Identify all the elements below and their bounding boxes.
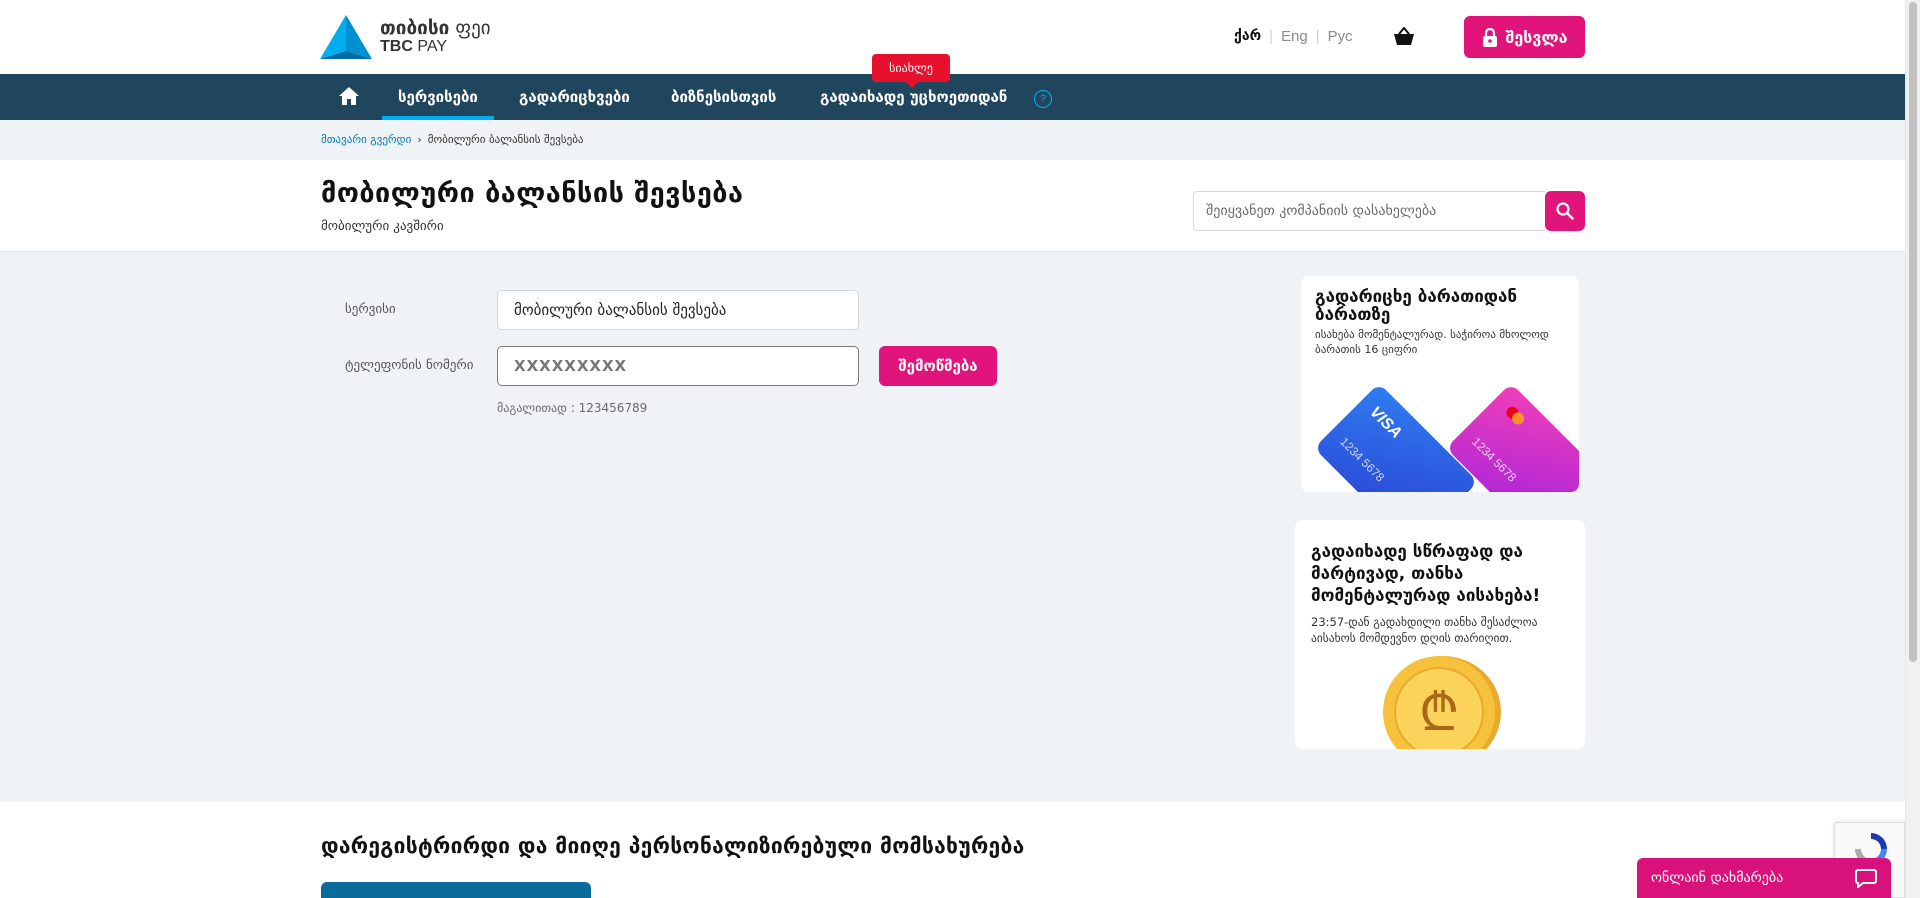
- home-icon[interactable]: [338, 86, 360, 106]
- online-help-button[interactable]: ონლაინ დახმარება: [1637, 858, 1891, 898]
- logo-triangle-icon: [320, 15, 372, 59]
- lock-icon: [1482, 27, 1497, 47]
- lang-ka[interactable]: ქარ: [1234, 28, 1261, 45]
- lang-ru[interactable]: Рус: [1328, 28, 1353, 45]
- logo-ka-bold: თიბისი: [380, 16, 450, 39]
- chat-bubble-icon: [1855, 869, 1877, 888]
- logo-ka-light: ფეი: [455, 16, 491, 39]
- lang-divider: |: [1315, 28, 1320, 45]
- nav-tab-business[interactable]: ბიზნესისთვის: [671, 74, 776, 120]
- promo-fast-payment[interactable]: გადაიხადე სწრაფად და მარტივად, თანხა მომ…: [1295, 520, 1585, 749]
- nav-tab-services[interactable]: სერვისები: [382, 74, 494, 120]
- phone-field[interactable]: [497, 346, 859, 386]
- scrollbar-thumb[interactable]: [1909, 2, 1917, 662]
- register-button[interactable]: [321, 882, 591, 898]
- service-field[interactable]: მობილური ბალანსის შევსება: [497, 290, 859, 330]
- page-title-band: მობილური ბალანსის შევსება მობილური კავში…: [0, 160, 1905, 252]
- promo-title: გადარიცხე ბარათიდან ბარათზე: [1315, 287, 1518, 325]
- lang-divider: |: [1269, 28, 1274, 45]
- check-button[interactable]: შემოწმება: [879, 346, 997, 386]
- language-switcher: ქარ | Eng | Рус: [1234, 28, 1352, 45]
- chevron-right-icon: ›: [417, 133, 422, 146]
- breadcrumb: მთავარი გვერდი › მობილური ბალანსის შევსე…: [321, 133, 584, 146]
- nav-tab-transfers-label: გადარიცხვები: [519, 88, 630, 106]
- new-badge: სიახლე: [872, 54, 950, 88]
- nav-tab-pay-from-abroad-label: გადაიხადე უცხოეთიდან: [820, 88, 1008, 106]
- tbc-pay-logo[interactable]: თიბისი ფეი TBC PAY: [320, 15, 491, 59]
- phone-label: ტელეფონის ნომერი: [345, 358, 474, 373]
- lang-en[interactable]: Eng: [1281, 28, 1308, 45]
- page-title: მობილური ბალანსის შევსება: [321, 178, 744, 209]
- promo-text: ისახება მომენტალურად. საჭიროა მხოლოდ ბარ…: [1315, 328, 1549, 357]
- logo-en-bold: TBC: [380, 37, 413, 55]
- nav-tab-transfers[interactable]: გადარიცხვები: [519, 74, 630, 120]
- login-label: შესვლა: [1505, 27, 1568, 47]
- page-scrollbar[interactable]: [1905, 0, 1920, 898]
- login-button[interactable]: შესვლა: [1464, 16, 1585, 58]
- search-icon: [1556, 202, 1574, 220]
- page-subtitle: მობილური კავშირი: [321, 219, 444, 234]
- basket-icon[interactable]: [1393, 27, 1415, 47]
- main-navigation: სერვისები გადარიცხვები ბიზნესისთვის გადა…: [0, 74, 1905, 120]
- lari-coin-icon: ₾: [1383, 656, 1501, 749]
- company-search-input[interactable]: [1193, 191, 1545, 231]
- promo-title: გადაიხადე სწრაფად და მარტივად, თანხა მომ…: [1311, 542, 1541, 607]
- logo-en-light: PAY: [417, 37, 447, 55]
- help-icon[interactable]: ?: [1034, 90, 1052, 108]
- online-help-label: ონლაინ დახმარება: [1651, 870, 1784, 886]
- service-value: მობილური ბალანსის შევსება: [514, 301, 727, 319]
- register-section: დარეგისტრირდი და მიიღე პერსონალიზირებული…: [0, 802, 1905, 898]
- phone-hint: მაგალითად : 123456789: [497, 401, 648, 415]
- nav-tab-business-label: ბიზნესისთვის: [671, 88, 777, 106]
- service-label: სერვისი: [345, 302, 396, 317]
- phone-input[interactable]: [514, 357, 842, 375]
- breadcrumb-home-link[interactable]: მთავარი გვერდი: [321, 133, 411, 146]
- promo-card-to-card[interactable]: გადარიცხე ბარათიდან ბარათზე ისახება მომე…: [1301, 276, 1579, 492]
- register-title: დარეგისტრირდი და მიიღე პერსონალიზირებული…: [321, 834, 1025, 858]
- cards-illustration: VISA 1234 5678 1234 5678: [1318, 387, 1579, 492]
- breadcrumb-current: მობილური ბალანსის შევსება: [427, 133, 584, 146]
- top-header: თიბისი ფეი TBC PAY ქარ | Eng | Рус შესვლ…: [0, 0, 1905, 74]
- lari-symbol: ₾: [1419, 683, 1459, 743]
- promo-text: 23:57-დან გადახდილი თანხა შესაძლოა აისახ…: [1311, 615, 1538, 646]
- search-button[interactable]: [1545, 191, 1585, 231]
- nav-tab-services-label: სერვისები: [398, 88, 478, 106]
